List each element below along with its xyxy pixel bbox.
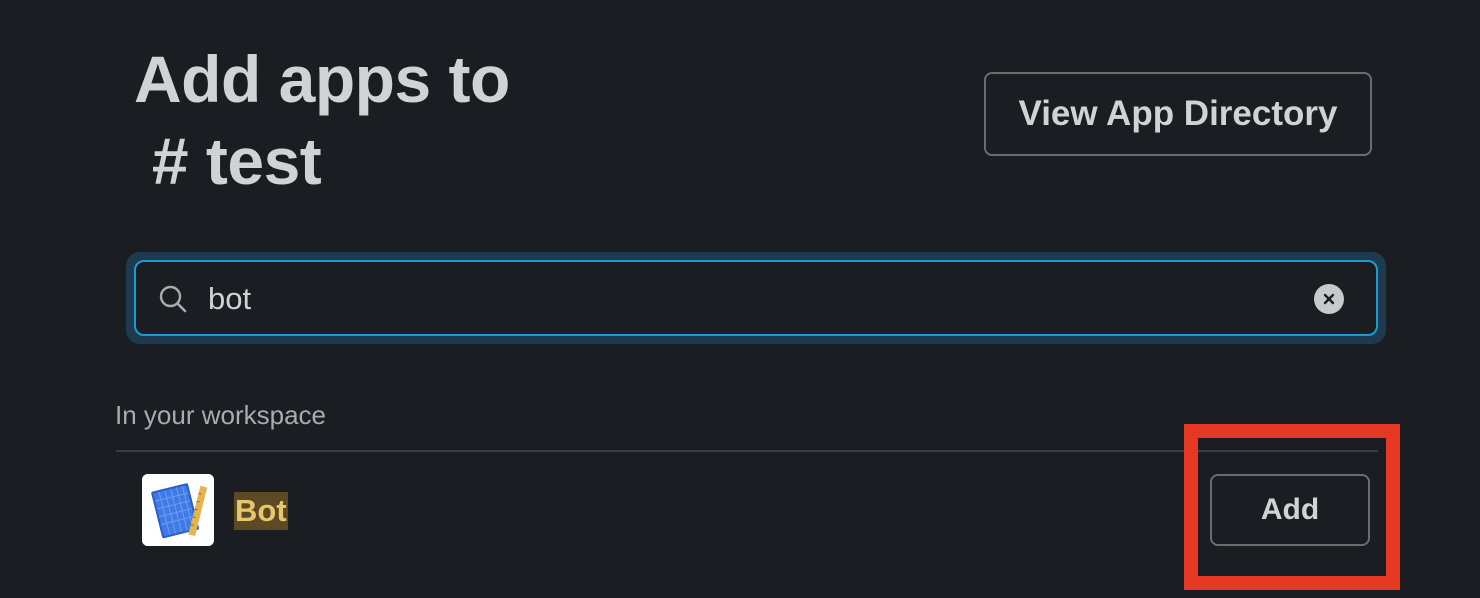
add-app-button[interactable]: Add bbox=[1210, 474, 1370, 546]
app-name[interactable]: Bot bbox=[234, 492, 288, 530]
clear-icon[interactable] bbox=[1314, 284, 1344, 314]
search-input[interactable] bbox=[208, 274, 1288, 324]
page-title: Add apps to # test bbox=[134, 38, 510, 202]
search-icon bbox=[158, 284, 188, 314]
app-list-item[interactable]: Bot bbox=[116, 452, 1378, 582]
view-app-directory-button[interactable]: View App Directory bbox=[984, 72, 1372, 156]
add-apps-page: Add apps to # test View App Directory In… bbox=[0, 0, 1480, 598]
section-label-workspace: In your workspace bbox=[115, 400, 326, 430]
page-title-line-1: Add apps to bbox=[134, 42, 510, 116]
search-field[interactable] bbox=[134, 260, 1378, 336]
bot-app-icon bbox=[142, 474, 214, 546]
page-title-channel: # test bbox=[134, 124, 322, 198]
